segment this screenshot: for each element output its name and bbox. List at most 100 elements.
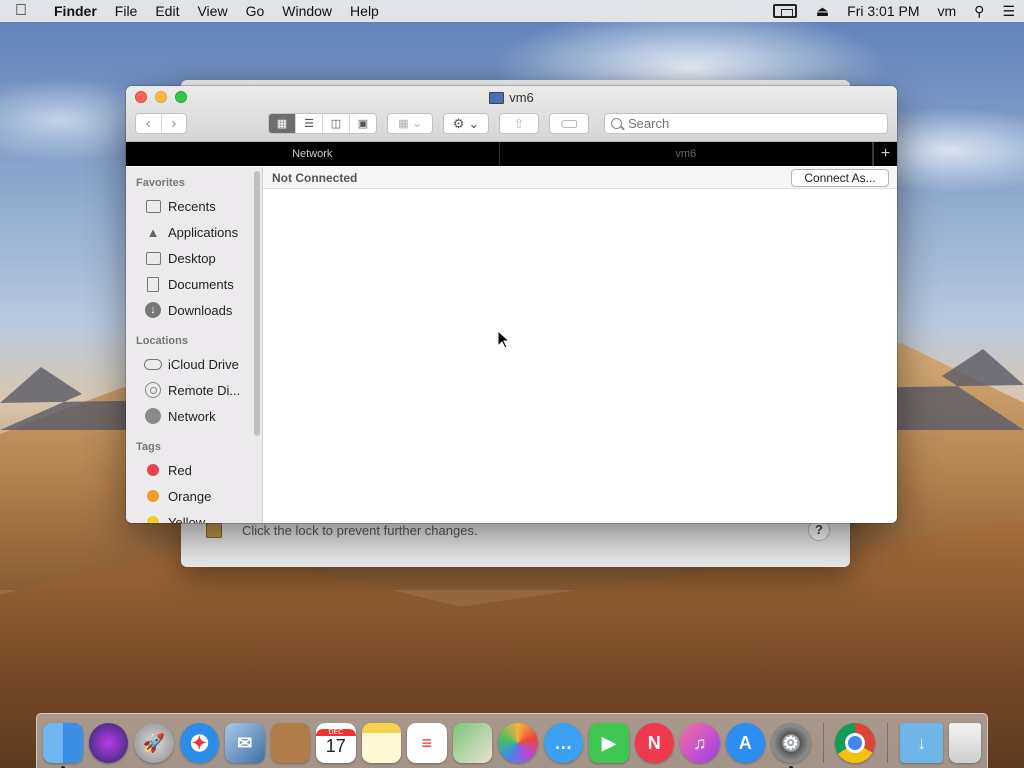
column-view-button[interactable]: ◫ xyxy=(323,114,350,133)
sidebar-item-downloads[interactable]: ↓ Downloads xyxy=(126,297,262,323)
recents-icon xyxy=(144,197,162,215)
calendar-dock-icon[interactable]: DEC 17 xyxy=(316,723,356,763)
launchpad-dock-icon[interactable]: 🚀 xyxy=(134,723,174,763)
menu-clock[interactable]: Fri 3:01 PM xyxy=(838,0,928,22)
sidebar-item-desktop[interactable]: Desktop xyxy=(126,245,262,271)
desktop-icon xyxy=(144,249,162,267)
mail-dock-icon[interactable]: ✉ xyxy=(225,723,265,763)
facetime-dock-icon[interactable]: ▶ xyxy=(589,723,629,763)
toolbar: ‹ › ▦ ☰ ◫ ▣ ▦ ⌄ ⚙ ⌄ ⇧ xyxy=(135,113,888,135)
safari-dock-icon[interactable]: ✦ xyxy=(179,723,219,763)
sidebar-item-label: Red xyxy=(168,462,192,478)
lock-icon[interactable] xyxy=(206,515,222,538)
sidebar-scrollbar[interactable] xyxy=(254,171,260,436)
contacts-dock-icon[interactable] xyxy=(270,723,310,763)
chevron-down-icon: ⌄ xyxy=(412,118,422,130)
display-mirroring-icon[interactable] xyxy=(772,4,797,18)
list-view-button[interactable]: ☰ xyxy=(296,114,323,133)
tab-network[interactable]: Network xyxy=(126,142,500,166)
itunes-dock-icon[interactable]: ♫ xyxy=(680,723,720,763)
trash-icon[interactable] xyxy=(949,723,982,763)
system-preferences-dock-icon[interactable]: ⚙ xyxy=(771,723,811,768)
connection-status: Not Connected xyxy=(272,170,358,185)
sidebar-item-label: Remote Di... xyxy=(168,382,241,398)
back-button[interactable]: ‹ xyxy=(136,114,162,133)
sidebar-item-label: Applications xyxy=(168,224,239,240)
finder-body: Favorites Recents ▲ Applications Desktop… xyxy=(126,167,897,523)
chevron-down-icon: ⌄ xyxy=(468,115,480,131)
sidebar-item-tag-yellow[interactable]: Yellow xyxy=(126,509,262,523)
notification-center-icon[interactable]: ☰ xyxy=(993,0,1024,22)
tag-dot-icon xyxy=(144,513,162,523)
icloud-icon xyxy=(144,355,162,373)
content-area[interactable]: Not Connected Connect As... xyxy=(263,167,897,523)
window-title-text: vm6 xyxy=(509,90,534,105)
sidebar-item-applications[interactable]: ▲ Applications xyxy=(126,219,262,245)
dock: 🚀 ✦ ✉ DEC 17 ≡ … ▶ N ♫ A ⚙ ↓ xyxy=(36,713,988,768)
app-store-dock-icon[interactable]: A xyxy=(725,723,765,763)
share-button[interactable]: ⇧ xyxy=(499,113,539,134)
calendar-month: DEC xyxy=(316,729,356,736)
tags-button[interactable] xyxy=(549,113,589,134)
downloads-icon: ↓ xyxy=(144,301,162,319)
menu-file[interactable]: File xyxy=(106,0,147,22)
view-mode-buttons: ▦ ☰ ◫ ▣ xyxy=(268,113,377,134)
applications-icon: ▲ xyxy=(146,224,160,240)
sidebar: Favorites Recents ▲ Applications Desktop… xyxy=(126,167,263,523)
sidebar-item-label: Orange xyxy=(168,488,212,504)
gear-icon: ⚙ xyxy=(452,115,465,131)
messages-dock-icon[interactable]: … xyxy=(543,723,583,763)
reminders-dock-icon[interactable]: ≡ xyxy=(407,723,447,763)
gallery-view-button[interactable]: ▣ xyxy=(350,114,376,133)
photos-dock-icon[interactable] xyxy=(498,723,538,763)
calendar-day: 17 xyxy=(325,736,346,756)
title-bar[interactable]: vm6 ‹ › ▦ ☰ ◫ ▣ ▦ ⌄ ⚙ ⌄ ⇧ xyxy=(126,86,897,142)
chrome-dock-icon[interactable] xyxy=(835,723,875,763)
menu-help[interactable]: Help xyxy=(341,0,388,22)
spotlight-icon[interactable]: ⚲ xyxy=(965,0,993,22)
sidebar-item-tag-red[interactable]: Red xyxy=(126,457,262,483)
sidebar-item-label: Yellow xyxy=(168,514,206,524)
share-icon: ⇧ xyxy=(513,115,525,131)
tab-vm6[interactable]: vm6 xyxy=(500,142,873,166)
sidebar-item-label: Recents xyxy=(168,198,216,214)
maps-dock-icon[interactable] xyxy=(452,723,492,763)
tab-bar: Network vm6 + xyxy=(126,142,897,166)
connect-as-button[interactable]: Connect As... xyxy=(791,169,889,187)
downloads-stack-icon[interactable]: ↓ xyxy=(899,723,944,763)
sidebar-item-label: Network xyxy=(168,408,216,424)
sidebar-item-recents[interactable]: Recents xyxy=(126,193,262,219)
sidebar-item-label: Desktop xyxy=(168,250,216,266)
forward-button[interactable]: › xyxy=(162,114,187,133)
icon-view-button[interactable]: ▦ xyxy=(269,114,296,133)
menu-go[interactable]: Go xyxy=(237,0,274,22)
dock-separator xyxy=(886,723,888,763)
group-by-button[interactable]: ▦ ⌄ xyxy=(387,113,433,134)
siri-dock-icon[interactable] xyxy=(88,723,128,763)
sidebar-item-network[interactable]: Network xyxy=(126,403,262,429)
sidebar-item-documents[interactable]: Documents xyxy=(126,271,262,297)
sidebar-item-tag-orange[interactable]: Orange xyxy=(126,483,262,509)
menu-app-name[interactable]: Finder xyxy=(42,0,106,22)
remote-disc-icon xyxy=(144,381,162,399)
menu-view[interactable]: View xyxy=(188,0,236,22)
news-dock-icon[interactable]: N xyxy=(634,723,674,763)
apple-menu-icon[interactable]:  xyxy=(0,2,42,20)
sidebar-item-remote-disc[interactable]: Remote Di... xyxy=(126,377,262,403)
sidebar-header-tags: Tags xyxy=(136,441,161,453)
finder-window: vm6 ‹ › ▦ ☰ ◫ ▣ ▦ ⌄ ⚙ ⌄ ⇧ Search Network… xyxy=(126,86,897,523)
search-field[interactable] xyxy=(604,113,888,134)
sidebar-item-icloud-drive[interactable]: iCloud Drive xyxy=(126,351,262,377)
action-button[interactable]: ⚙ ⌄ xyxy=(443,113,489,134)
search-input[interactable] xyxy=(628,116,868,131)
sidebar-item-label: Documents xyxy=(168,276,234,292)
menu-edit[interactable]: Edit xyxy=(146,0,188,22)
notes-dock-icon[interactable] xyxy=(361,723,401,763)
menu-user[interactable]: vm xyxy=(929,0,966,22)
menu-window[interactable]: Window xyxy=(273,0,341,22)
finder-dock-icon[interactable] xyxy=(43,723,83,768)
tag-icon xyxy=(561,119,577,128)
new-tab-button[interactable]: + xyxy=(873,142,897,166)
eject-icon[interactable]: ⏏ xyxy=(807,0,838,22)
dock-separator xyxy=(822,723,824,763)
